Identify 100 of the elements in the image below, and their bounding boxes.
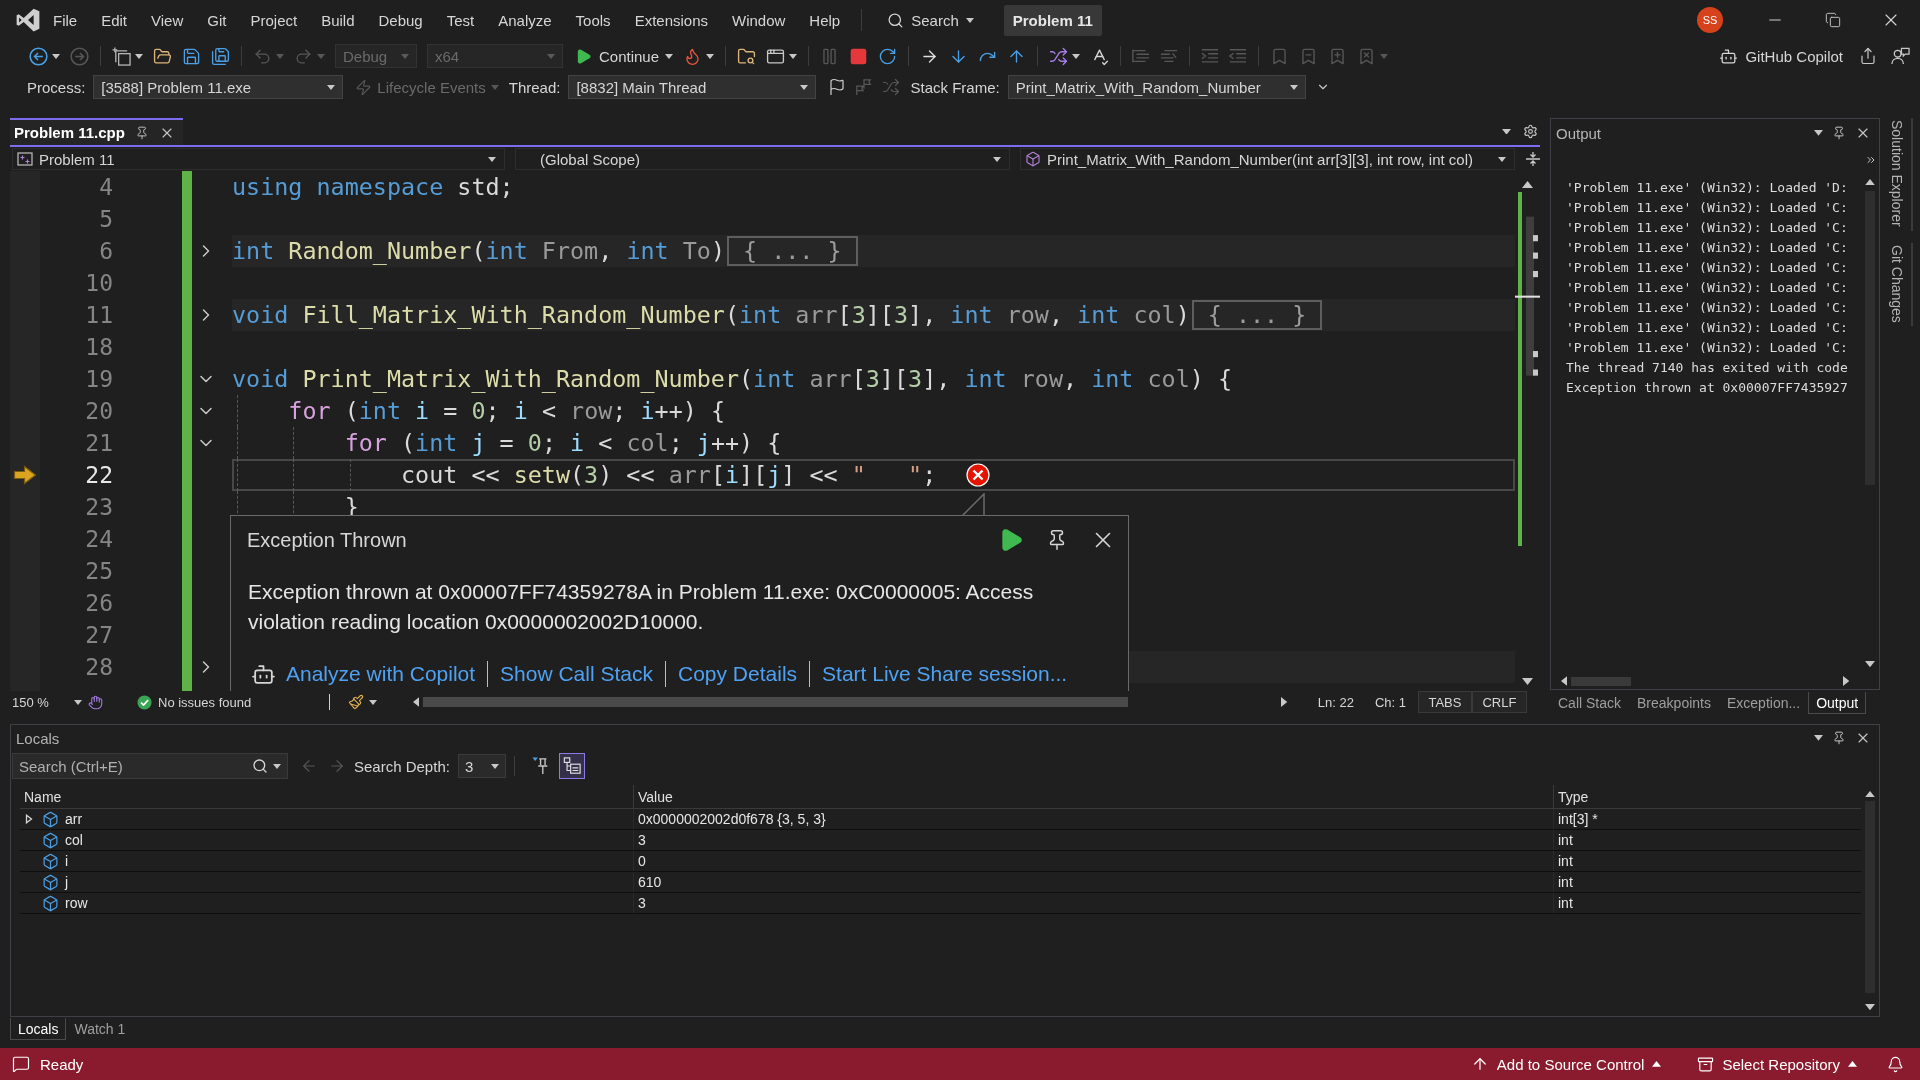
panel-tab[interactable]: Breakpoints — [1629, 692, 1719, 714]
new-window-icon[interactable] — [112, 46, 131, 66]
settings-icon[interactable] — [1523, 124, 1538, 139]
caret-down-icon[interactable] — [1814, 130, 1823, 136]
share-icon[interactable] — [1859, 47, 1877, 65]
project-dropdown[interactable]: Problem 11 — [12, 148, 505, 170]
search-field[interactable]: Search (Ctrl+E) — [12, 753, 288, 779]
caret-up-icon[interactable] — [1865, 791, 1875, 798]
column-header[interactable]: Name — [24, 788, 62, 805]
caret-down-icon[interactable] — [665, 53, 674, 59]
pin-icon[interactable] — [134, 125, 149, 140]
column-indicator[interactable]: Ch: 1 — [1374, 694, 1406, 710]
caret-down-icon[interactable] — [52, 53, 60, 59]
pin-icon[interactable] — [1832, 126, 1846, 140]
caret-down-icon[interactable] — [135, 53, 143, 59]
caret-left-icon[interactable] — [1561, 676, 1568, 686]
menu-item[interactable]: Git — [195, 5, 239, 35]
caret-down-icon[interactable] — [1072, 53, 1081, 59]
panel-tab[interactable]: Locals — [10, 1018, 67, 1040]
line-endings-button[interactable]: CRLF — [1471, 691, 1527, 713]
search-icon[interactable] — [252, 758, 268, 774]
member-dropdown[interactable]: Print_Matrix_With_Random_Number(int arr[3][3], int row, int col) — [1020, 148, 1515, 170]
caret-down-icon[interactable] — [706, 53, 715, 59]
menu-item[interactable]: File — [41, 5, 90, 35]
menu-item[interactable]: Tools — [563, 5, 623, 35]
scroll-thumb[interactable] — [1571, 676, 1632, 686]
panel-tab[interactable]: Exception... — [1718, 692, 1809, 714]
menu-item[interactable]: Debug — [366, 5, 435, 35]
caret-down-icon[interactable] — [1865, 660, 1875, 667]
shuffle-icon[interactable] — [1049, 46, 1069, 66]
caret-down-icon[interactable] — [1502, 128, 1511, 135]
folder-search-icon[interactable] — [737, 46, 757, 66]
menu-item[interactable]: Project — [238, 5, 310, 35]
stack-frame-dropdown[interactable]: Print_Matrix_With_Random_Number — [1007, 75, 1306, 99]
popup-link[interactable]: Copy Details — [678, 662, 798, 686]
brush-icon[interactable] — [348, 694, 365, 710]
split-icon[interactable] — [1525, 151, 1541, 167]
panel-tab[interactable]: Watch 1 — [66, 1018, 134, 1040]
source-control-button[interactable]: Add to Source Control — [1466, 1055, 1666, 1073]
document-tab[interactable]: Problem 11.cpp — [10, 118, 183, 145]
panel-tab[interactable]: Output — [1808, 692, 1867, 714]
popup-link[interactable]: Show Call Stack — [500, 662, 653, 686]
caret-down-icon[interactable] — [1865, 1003, 1875, 1010]
column-header[interactable]: Type — [1558, 788, 1589, 805]
menu-item[interactable]: Build — [309, 5, 367, 35]
menu-item[interactable]: Window — [720, 5, 798, 35]
side-tab[interactable]: Git Changes — [1887, 242, 1913, 327]
menu-item[interactable]: Help — [797, 5, 853, 35]
logo-icon[interactable] — [15, 7, 41, 33]
error-icon[interactable] — [966, 463, 991, 487]
caret-down-icon[interactable] — [1522, 678, 1533, 685]
scroll-thumb[interactable] — [423, 697, 1129, 707]
message-icon[interactable] — [12, 1055, 30, 1073]
save-icon[interactable] — [182, 46, 201, 66]
search-button[interactable]: Search — [883, 7, 978, 33]
caret-down-icon[interactable] — [369, 699, 378, 705]
caret-up-icon[interactable] — [1865, 179, 1875, 186]
collapsed-code-block[interactable]: { ... } — [727, 236, 858, 266]
caret-down-icon[interactable] — [1814, 735, 1823, 741]
popup-link[interactable]: Analyze with Copilot — [286, 662, 476, 686]
caret-left-icon[interactable] — [413, 697, 420, 707]
caret-right-icon[interactable] — [1281, 697, 1288, 707]
restore-icon[interactable] — [1825, 12, 1841, 28]
caret-right-icon[interactable] — [1842, 676, 1849, 686]
feedback-icon[interactable] — [1891, 46, 1910, 66]
menu-item[interactable]: Analyze — [486, 5, 564, 35]
search-depth-dropdown[interactable]: 3 — [457, 754, 506, 778]
collapsed-triangle-icon[interactable] — [24, 814, 34, 824]
restart-icon[interactable] — [878, 46, 898, 66]
repository-button[interactable]: Select Repository — [1693, 1055, 1861, 1073]
overflow-icon[interactable] — [1865, 154, 1877, 166]
pin-filter-icon[interactable] — [531, 757, 550, 775]
folder-icon[interactable] — [153, 46, 172, 66]
caret-down-icon[interactable] — [273, 763, 281, 769]
process-dropdown[interactable]: [3588] Problem 11.exe — [93, 75, 344, 99]
flag-icon[interactable] — [828, 78, 847, 96]
browser-window-icon[interactable] — [766, 46, 786, 66]
caret-up-icon[interactable] — [1522, 181, 1533, 188]
continue-button[interactable]: Continue — [573, 47, 662, 65]
copilot-button[interactable]: GitHub Copilot — [1715, 46, 1847, 66]
menu-item[interactable]: View — [139, 5, 196, 35]
indentation-button[interactable]: TABS — [1417, 691, 1472, 713]
issues-status[interactable]: No issues found — [158, 694, 252, 710]
popup-link[interactable]: Start Live Share session... — [822, 662, 1068, 686]
scope-dropdown[interactable]: (Global Scope) — [515, 148, 1010, 170]
column-header[interactable]: Value — [638, 788, 673, 805]
save-all-icon[interactable] — [211, 46, 230, 66]
pin-icon[interactable] — [1832, 731, 1846, 745]
caret-down-icon[interactable] — [789, 53, 798, 59]
menu-item[interactable]: Test — [434, 5, 487, 35]
avatar[interactable]: SS — [1697, 7, 1723, 33]
thread-dropdown[interactable]: [8832] Main Thread — [568, 75, 817, 99]
panel-tab[interactable]: Call Stack — [1550, 692, 1630, 714]
menu-item[interactable]: Extensions — [622, 5, 720, 35]
stop-icon[interactable] — [849, 46, 869, 66]
hand-icon[interactable] — [88, 694, 103, 710]
collapsed-code-block[interactable]: { ... } — [1191, 300, 1323, 330]
tree-view-icon[interactable] — [562, 757, 581, 775]
side-tab[interactable]: Solution Explorer — [1887, 118, 1913, 231]
notification-icon[interactable] — [1887, 1055, 1904, 1073]
